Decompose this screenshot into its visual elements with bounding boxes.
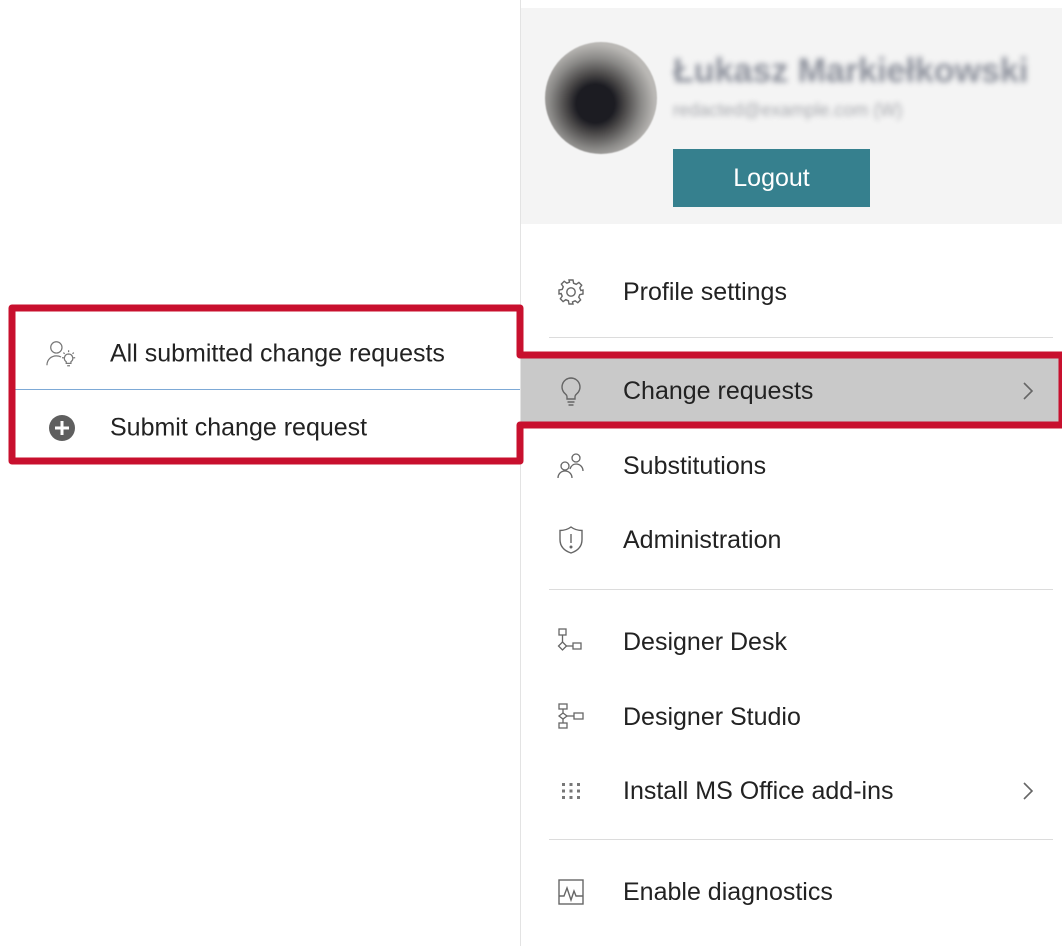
menu-item-profile-settings[interactable]: Profile settings [521,258,1062,326]
menu-item-label: Install MS Office add-ins [623,776,894,805]
user-name: Łukasz Markiełkowski [673,52,1029,90]
menu-item-install-office-addins[interactable]: Install MS Office add-ins [521,757,1062,825]
menu-item-label: Designer Desk [623,627,787,656]
avatar [545,42,657,154]
menu-divider [549,589,1053,590]
submenu-item-all-submitted-change-requests[interactable]: All submitted change requests [12,318,520,390]
designer-studio-icon [555,701,587,733]
user-card: Łukasz Markiełkowski redacted@example.co… [521,8,1062,224]
shield-alert-icon [555,524,587,556]
user-menu-panel: Łukasz Markiełkowski redacted@example.co… [520,0,1062,946]
menu-divider [549,337,1053,338]
plus-circle-icon [46,412,78,444]
menu-item-change-requests[interactable]: Change requests [521,357,1062,425]
menu-item-substitutions[interactable]: Substitutions [521,432,1062,500]
menu-item-label: Enable diagnostics [623,877,833,906]
grid-dots-icon [555,775,587,807]
user-email: redacted@example.com (W) [673,100,903,120]
change-requests-submenu: All submitted change requests Submit cha… [12,308,520,461]
substitution-users-icon [555,450,587,482]
menu-item-designer-desk[interactable]: Designer Desk [521,608,1062,676]
submenu-item-label: All submitted change requests [110,339,445,368]
menu-item-enable-diagnostics[interactable]: Enable diagnostics [521,858,1062,926]
menu-item-label: Profile settings [623,277,787,306]
menu-item-label: Designer Studio [623,702,801,731]
diagnostics-chart-icon [555,876,587,908]
submenu-item-label: Submit change request [110,413,368,442]
chevron-right-icon [1019,779,1037,803]
menu-item-administration[interactable]: Administration [521,506,1062,574]
logout-button[interactable]: Logout [673,149,870,207]
menu-item-designer-studio[interactable]: Designer Studio [521,683,1062,751]
menu-item-label: Administration [623,525,782,554]
designer-desk-icon [555,626,587,658]
chevron-right-icon [1019,379,1037,403]
submenu-item-submit-change-request[interactable]: Submit change request [12,392,520,464]
lightbulb-icon [555,375,587,407]
menu-item-label: Change requests [623,376,814,405]
user-lightbulb-icon [46,338,78,370]
gear-icon [555,276,587,308]
submenu-divider [12,389,520,390]
menu-divider [549,839,1053,840]
menu-item-label: Substitutions [623,451,767,480]
